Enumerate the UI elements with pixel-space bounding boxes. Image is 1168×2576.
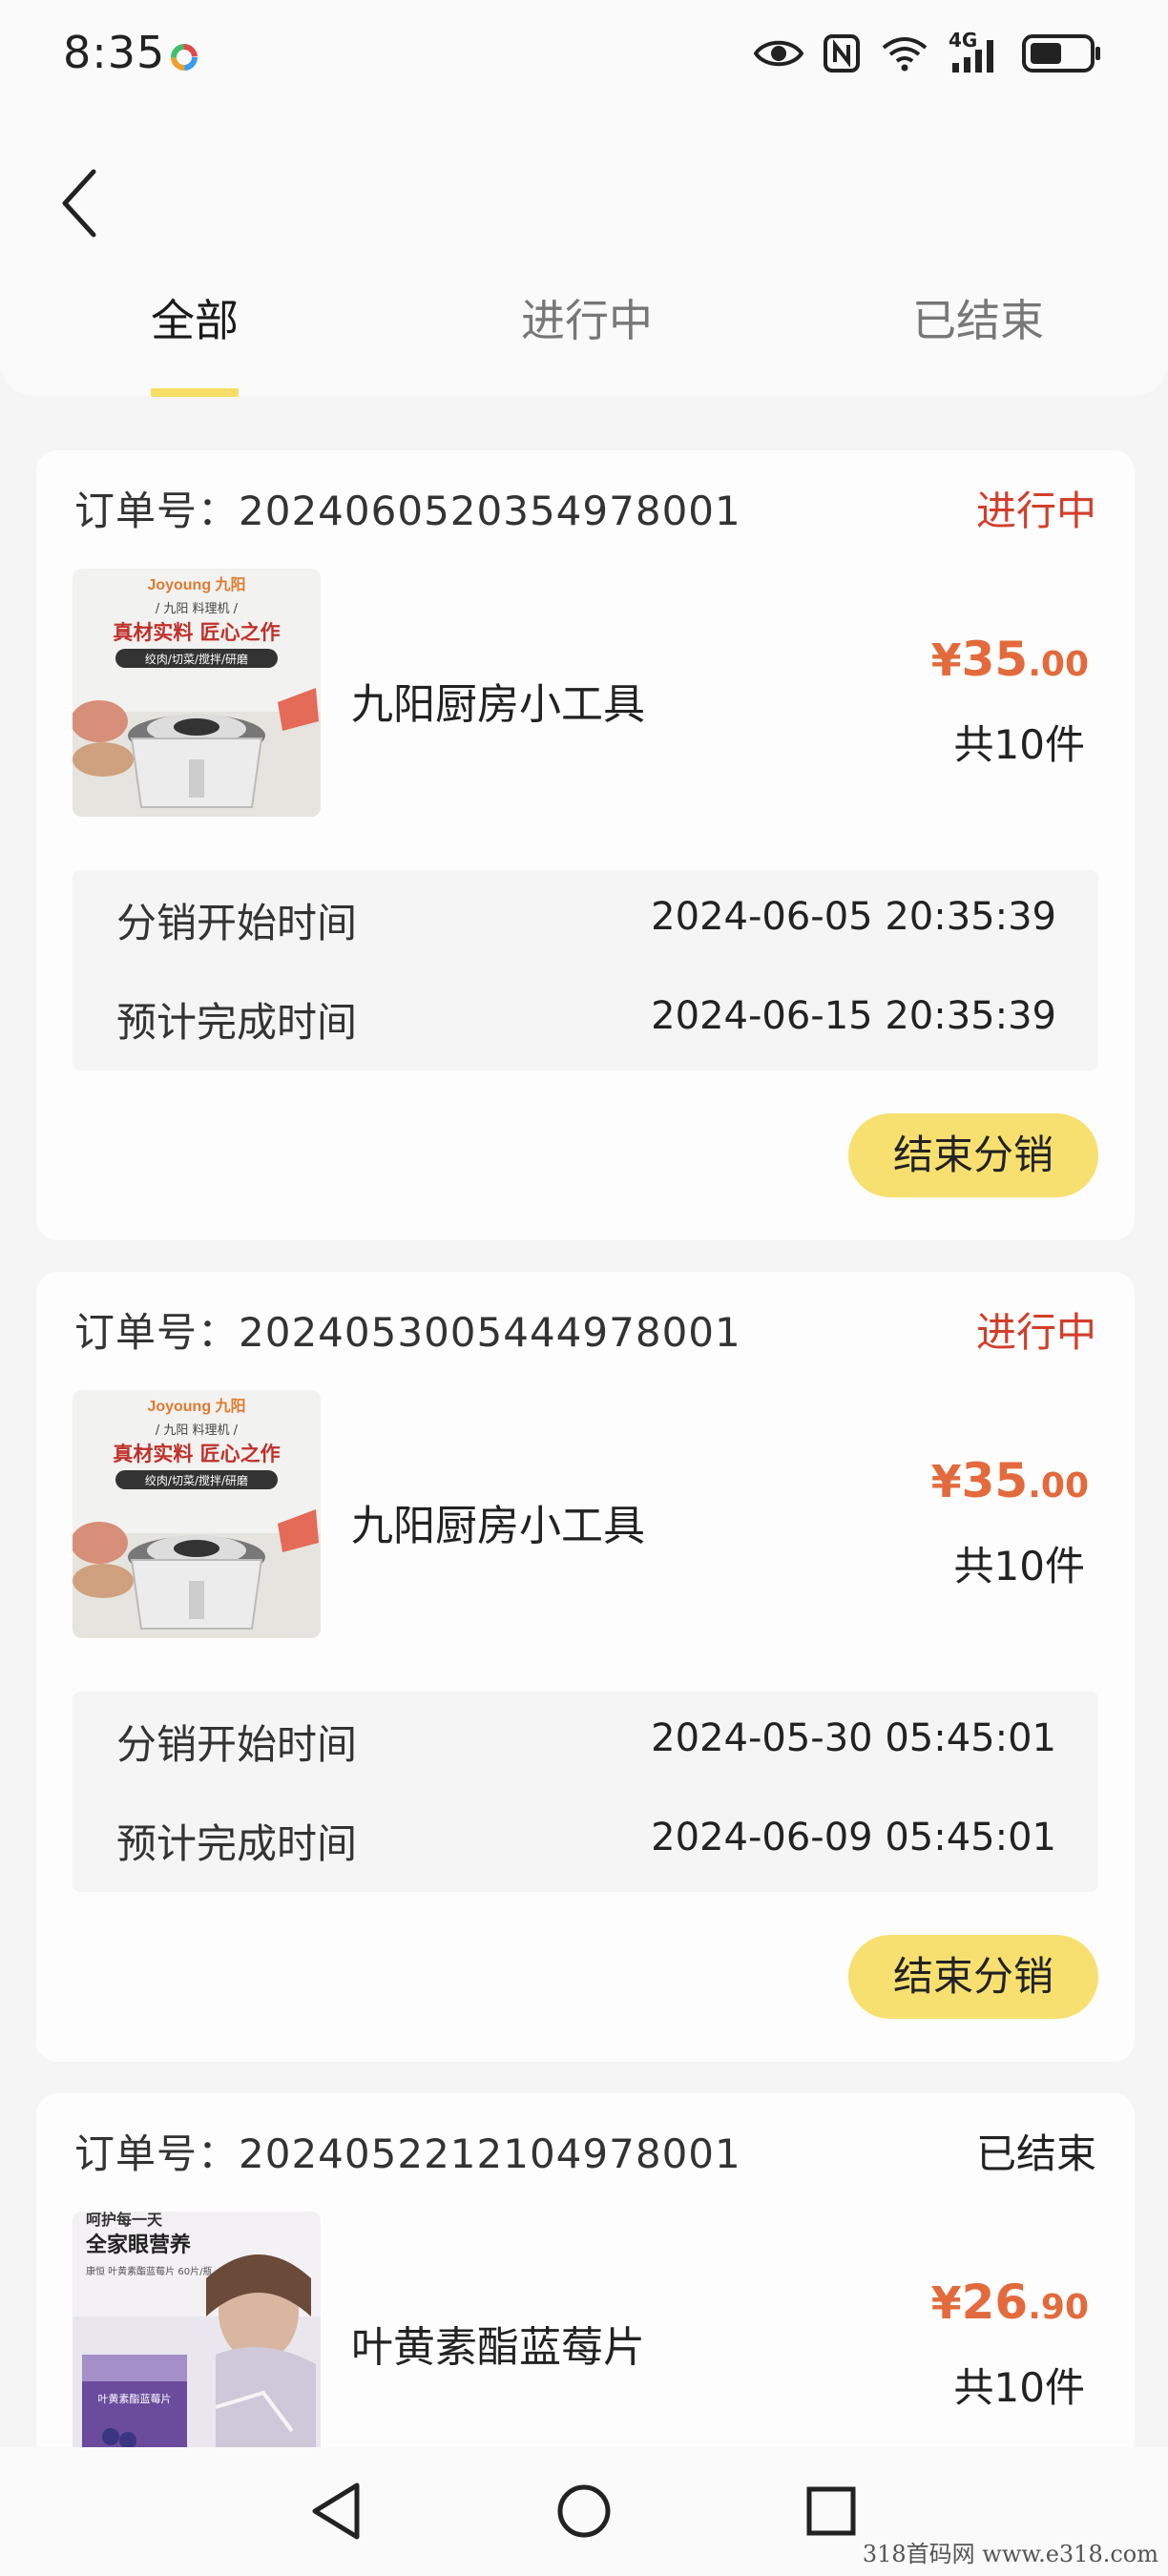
system-nav-bar: 318首码网 www.e318.com — [0, 2447, 1168, 2576]
end-time-value: 2024-06-15 20:35:39 — [651, 994, 1056, 1038]
order-number-label: 订单号： — [74, 1309, 240, 1356]
order-number-label: 订单号： — [74, 2130, 240, 2177]
thumb-headline: 真材实料 匠心之作 — [113, 621, 280, 644]
tab-all[interactable]: 全部 — [151, 286, 239, 349]
thumb-brand: Joyoung 九阳 — [147, 576, 245, 593]
tab-bar: 全部 进行中 已结束 — [0, 286, 1168, 391]
app-indicator-icon — [171, 44, 198, 71]
product-name: 叶黄素酯蓝莓片 — [351, 2323, 645, 2372]
watermark: 318首码网 www.e318.com — [862, 2541, 1158, 2567]
price-decimal: .00 — [1028, 645, 1089, 684]
battery-icon — [1022, 34, 1100, 73]
start-time-row: 分销开始时间 2024-06-05 20:35:39 — [116, 891, 1056, 948]
end-time-value: 2024-06-09 05:45:01 — [651, 1816, 1056, 1859]
price-integer: 35 — [961, 1453, 1029, 1508]
back-triangle-icon[interactable] — [294, 2468, 380, 2554]
order-number-value: 2024053005444978001 — [239, 1309, 741, 1356]
recents-square-icon[interactable] — [788, 2468, 874, 2554]
thumb-line1: / 九阳 料理机 / — [156, 602, 239, 616]
product-quantity: 共10件 — [953, 721, 1085, 768]
product-name: 九阳厨房小工具 — [351, 1502, 645, 1550]
start-time-value: 2024-05-30 05:45:01 — [651, 1716, 1056, 1760]
eye-icon — [754, 40, 803, 67]
product-price: ¥26.90 — [931, 2275, 1089, 2330]
start-time-label: 分销开始时间 — [116, 1721, 358, 1768]
product-thumbnail[interactable]: 呵护每一天 全家眼营养 康恒 叶黄素酯蓝莓片 60片/瓶 叶黄素酯蓝莓片 — [73, 2212, 321, 2460]
product-thumbnail[interactable]: Joyoung 九阳 / 九阳 料理机 / 真材实料 匠心之作 绞肉/切菜/搅拌… — [73, 1390, 321, 1638]
price-integer: 26 — [961, 2275, 1029, 2330]
order-card[interactable]: 订单号：2024053005444978001 进行中 Joyoung 九阳 /… — [36, 1272, 1135, 2062]
order-number: 订单号：2024052212104978001 — [74, 2122, 741, 2180]
thumb-brand: Joyoung 九阳 — [147, 1398, 245, 1415]
tab-ongoing[interactable]: 进行中 — [521, 286, 653, 349]
thumb-sub: 康恒 叶黄素酯蓝莓片 60片/瓶 — [86, 2265, 212, 2277]
order-card[interactable]: 订单号：2024060520354978001 进行中 Joyoung 九阳 /… — [36, 450, 1135, 1240]
start-time-value: 2024-06-05 20:35:39 — [651, 895, 1056, 939]
chevron-left-icon[interactable] — [50, 160, 116, 246]
signal-4g-icon: 4G — [949, 29, 1002, 74]
tab-ended[interactable]: 已结束 — [912, 286, 1044, 349]
end-time-label: 预计完成时间 — [116, 999, 358, 1046]
wifi-icon — [882, 37, 928, 72]
order-number: 订单号：2024060520354978001 — [74, 479, 741, 537]
product-name: 九阳厨房小工具 — [351, 680, 645, 729]
header: 全部 进行中 已结束 — [0, 114, 1168, 397]
price-decimal: .90 — [1028, 2288, 1089, 2327]
price-currency: ¥ — [930, 1456, 962, 1507]
product-quantity: 共10件 — [953, 2364, 1085, 2411]
price-currency: ¥ — [930, 2277, 962, 2329]
status-time: 8:35 — [63, 27, 166, 78]
order-number-label: 订单号： — [74, 488, 240, 534]
status-bar: 8:35 4G — [0, 0, 1168, 114]
order-status: 进行中 — [975, 1309, 1096, 1356]
end-distribution-button[interactable]: 结束分销 — [848, 1113, 1098, 1197]
product-price: ¥35.00 — [931, 632, 1089, 687]
end-time-row: 预计完成时间 2024-06-09 05:45:01 — [116, 1812, 1056, 1869]
end-time-row: 预计完成时间 2024-06-15 20:35:39 — [116, 990, 1056, 1048]
end-distribution-button[interactable]: 结束分销 — [848, 1935, 1098, 2019]
home-circle-icon[interactable] — [541, 2468, 627, 2554]
thumb-tags: 绞肉/切菜/搅拌/研磨 — [145, 1473, 248, 1487]
price-decimal: .00 — [1028, 1466, 1089, 1506]
product-quantity: 共10件 — [953, 1543, 1085, 1589]
product-thumbnail[interactable]: Joyoung 九阳 / 九阳 料理机 / 真材实料 匠心之作 绞肉/切菜/搅拌… — [73, 569, 321, 817]
svg-text:叶黄素酯蓝莓片: 叶黄素酯蓝莓片 — [98, 2392, 172, 2405]
order-status: 进行中 — [975, 488, 1096, 534]
order-number-value: 2024052212104978001 — [239, 2130, 741, 2177]
thumb-headline: 真材实料 匠心之作 — [113, 1443, 280, 1465]
order-card[interactable]: 订单号：2024052212104978001 已结束 呵护每一天 全家眼营养 … — [36, 2093, 1135, 2494]
product-price: ¥35.00 — [931, 1453, 1089, 1508]
distribution-time-box: 分销开始时间 2024-06-05 20:35:39 预计完成时间 2024-0… — [73, 870, 1098, 1070]
active-tab-indicator — [151, 388, 239, 397]
order-number: 订单号：2024053005444978001 — [74, 1300, 741, 1359]
end-time-label: 预计完成时间 — [116, 1820, 358, 1867]
thumb-tags: 绞肉/切菜/搅拌/研磨 — [145, 652, 248, 666]
start-time-label: 分销开始时间 — [116, 900, 358, 946]
distribution-time-box: 分销开始时间 2024-05-30 05:45:01 预计完成时间 2024-0… — [73, 1692, 1098, 1892]
nfc-icon — [824, 34, 860, 73]
price-integer: 35 — [961, 632, 1029, 687]
order-status: 已结束 — [975, 2130, 1096, 2177]
status-icons: 4G — [754, 29, 1101, 74]
thumb-headline: 全家眼营养 — [85, 2233, 191, 2257]
order-number-value: 2024060520354978001 — [239, 488, 741, 534]
thumb-line1: / 九阳 料理机 / — [156, 1423, 239, 1438]
thumb-top: 呵护每一天 — [86, 2212, 163, 2229]
start-time-row: 分销开始时间 2024-05-30 05:45:01 — [116, 1713, 1056, 1770]
price-currency: ¥ — [930, 634, 962, 686]
